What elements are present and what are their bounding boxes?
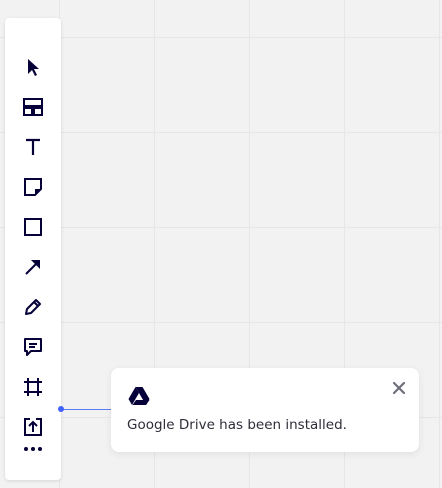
- frame-tool[interactable]: [5, 370, 61, 404]
- pen-tool[interactable]: [5, 290, 61, 324]
- templates-icon: [23, 98, 43, 116]
- toolbar-toast-connector: [61, 408, 113, 410]
- close-button[interactable]: [391, 380, 407, 396]
- select-tool[interactable]: [5, 50, 61, 84]
- text-tool[interactable]: [5, 130, 61, 164]
- sticky-note-icon: [24, 178, 42, 196]
- text-icon: [26, 138, 40, 155]
- close-icon: [392, 381, 406, 395]
- comment-tool[interactable]: [5, 330, 61, 364]
- sticky-note-tool[interactable]: [5, 170, 61, 204]
- google-drive-icon: [128, 387, 150, 405]
- frame-icon: [24, 378, 42, 396]
- comment-icon: [24, 338, 42, 356]
- notification-message: Google Drive has been installed.: [127, 417, 347, 433]
- connection-line-tool[interactable]: [5, 250, 61, 284]
- pencil-icon: [25, 299, 41, 315]
- arrow-icon: [25, 260, 40, 275]
- board-canvas[interactable]: { "toolbar": { "tools": [ {"name": "sele…: [0, 0, 442, 488]
- more-tool[interactable]: [5, 432, 61, 466]
- toolbar: [5, 18, 61, 480]
- templates-tool[interactable]: [5, 90, 61, 124]
- cursor-icon: [28, 59, 39, 76]
- connector-dot: [58, 406, 64, 412]
- shape-tool[interactable]: [5, 210, 61, 244]
- notification-toast: Google Drive has been installed.: [111, 368, 419, 452]
- square-icon: [24, 218, 42, 236]
- more-icon: [24, 447, 42, 451]
